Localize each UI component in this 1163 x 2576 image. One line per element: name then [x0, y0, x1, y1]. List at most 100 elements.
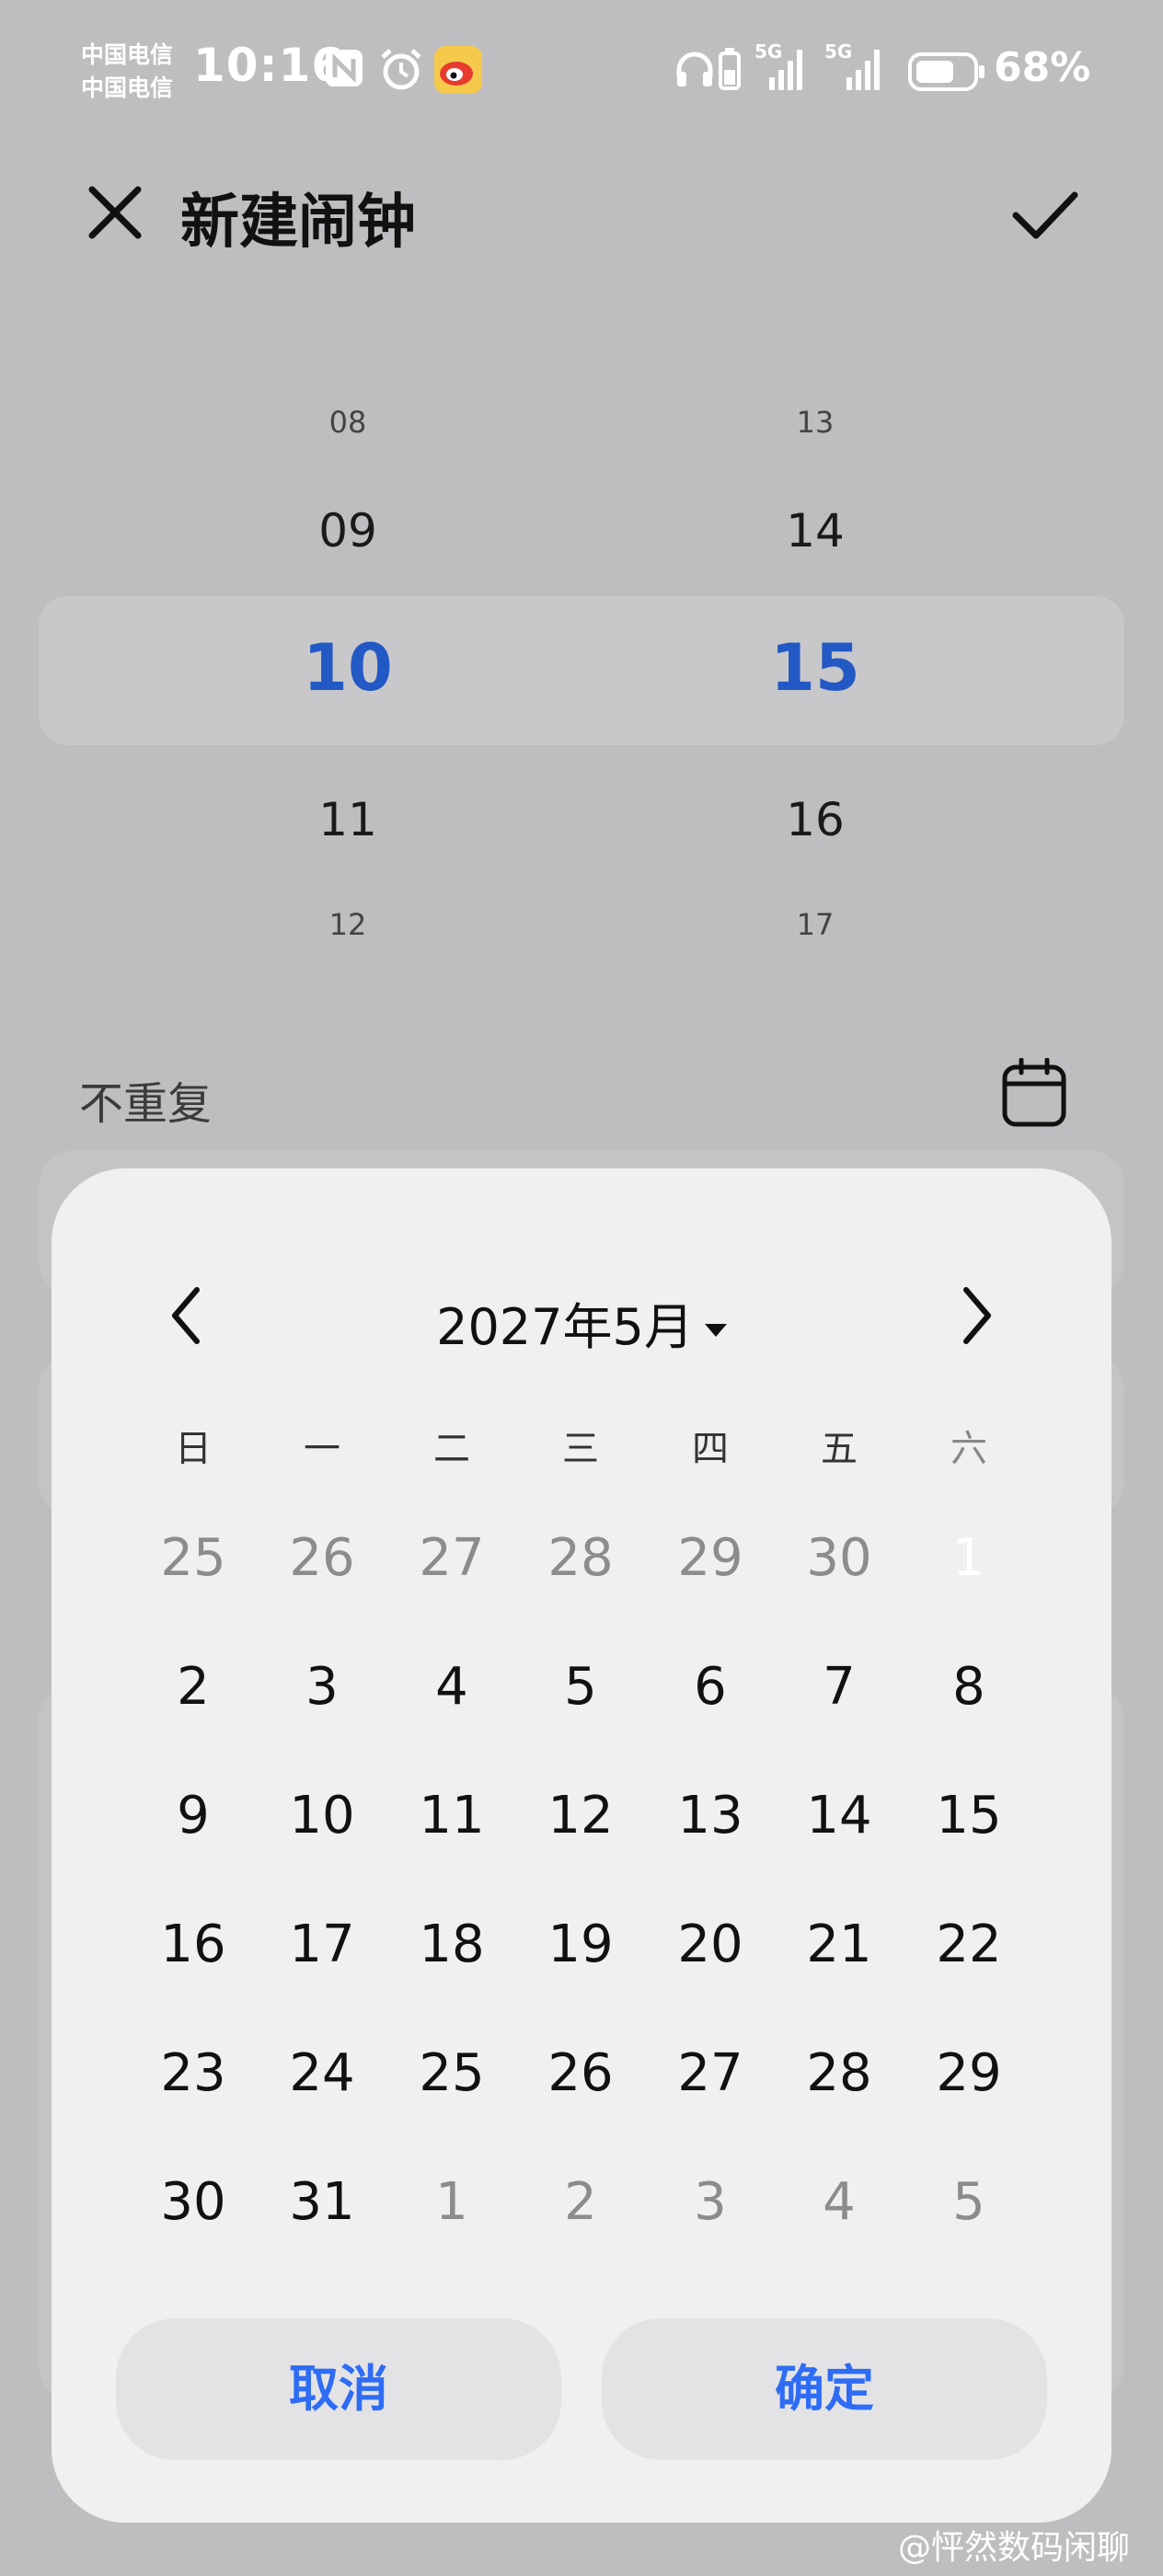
- page-title: 新建闹钟: [180, 189, 416, 257]
- day-number: 29: [936, 2043, 1002, 2103]
- calendar-day[interactable]: 16: [129, 1880, 258, 2009]
- day-number: 31: [289, 2172, 355, 2232]
- calendar-day[interactable]: 2: [516, 2138, 645, 2267]
- hour-option[interactable]: 12: [256, 907, 440, 942]
- calendar-day[interactable]: 30: [129, 2138, 258, 2267]
- calendar-icon[interactable]: [1001, 1058, 1067, 1128]
- day-number: 18: [419, 1915, 485, 1974]
- nfc-icon: [326, 50, 363, 86]
- calendar-day[interactable]: 4: [387, 1623, 516, 1752]
- cancel-button[interactable]: 取消: [116, 2318, 561, 2460]
- carrier-names: 中国电信 中国电信: [81, 39, 173, 105]
- repeat-label[interactable]: 不重复: [79, 1067, 212, 1132]
- signal-1-icon: 5G: [754, 40, 813, 96]
- time-picker-selection-band: [39, 596, 1124, 745]
- calendar-day[interactable]: 31: [258, 2138, 386, 2267]
- selected-minute[interactable]: 15: [723, 630, 907, 706]
- calendar-day[interactable]: 5: [516, 1623, 645, 1752]
- weekday-label: 二: [433, 1428, 470, 1470]
- network-type-1: 5G: [754, 40, 783, 63]
- selected-hour[interactable]: 10: [256, 630, 440, 706]
- day-number: 27: [677, 2043, 743, 2103]
- calendar-day[interactable]: 7: [775, 1623, 904, 1752]
- calendar-day[interactable]: 3: [646, 2138, 775, 2267]
- weekday-label: 五: [821, 1428, 858, 1470]
- calendar-day[interactable]: 4: [775, 2138, 904, 2267]
- day-number: 8: [952, 1657, 985, 1717]
- calendar-day[interactable]: 25: [129, 1494, 258, 1623]
- day-number: 24: [289, 2043, 355, 2103]
- day-number: 4: [823, 2172, 856, 2232]
- calendar-day[interactable]: 9: [129, 1752, 258, 1880]
- weekday-label: 六: [950, 1428, 987, 1470]
- headphones-icon: [676, 52, 713, 86]
- day-number: 3: [305, 1657, 339, 1717]
- calendar-day[interactable]: 27: [387, 1494, 516, 1623]
- minute-option[interactable]: 16: [723, 793, 907, 846]
- calendar-day[interactable]: 17: [258, 1880, 386, 2009]
- day-number: 26: [547, 2043, 614, 2103]
- calendar-day[interactable]: 28: [516, 1494, 645, 1623]
- calendar-day[interactable]: 20: [646, 1880, 775, 2009]
- headphone-battery-icon: [719, 48, 741, 90]
- calendar-day[interactable]: 14: [775, 1752, 904, 1880]
- day-number: 20: [677, 1915, 743, 1974]
- day-number: 3: [694, 2172, 727, 2232]
- calendar-day[interactable]: 21: [775, 1880, 904, 2009]
- weibo-app-icon: [434, 46, 482, 94]
- calendar-day[interactable]: 27: [646, 2009, 775, 2138]
- calendar-day[interactable]: 12: [516, 1752, 645, 1880]
- confirm-check-icon[interactable]: [1008, 184, 1082, 245]
- minute-option[interactable]: 13: [723, 405, 907, 440]
- day-number: 19: [547, 1915, 614, 1974]
- calendar-day[interactable]: 29: [646, 1494, 775, 1623]
- calendar-day[interactable]: 28: [775, 2009, 904, 2138]
- battery-percent: 68%: [994, 44, 1091, 91]
- day-number: 26: [289, 1528, 355, 1588]
- calendar-day[interactable]: 18: [387, 1880, 516, 2009]
- confirm-button[interactable]: 确定: [602, 2318, 1047, 2460]
- selected-day[interactable]: 1: [904, 1494, 1033, 1623]
- day-number: 2: [177, 1657, 210, 1717]
- calendar-day[interactable]: 23: [129, 2009, 258, 2138]
- minute-option[interactable]: 17: [723, 907, 907, 942]
- day-number: 30: [806, 1528, 872, 1588]
- day-number: 6: [694, 1657, 727, 1717]
- calendar-day[interactable]: 26: [516, 2009, 645, 2138]
- hour-option[interactable]: 11: [256, 793, 440, 846]
- day-number: 14: [806, 1786, 872, 1846]
- day-number: 13: [677, 1786, 743, 1846]
- day-number: 28: [806, 2043, 872, 2103]
- calendar-day[interactable]: 11: [387, 1752, 516, 1880]
- hour-option[interactable]: 08: [256, 405, 440, 440]
- day-number: 22: [936, 1915, 1002, 1974]
- battery-icon: [908, 52, 985, 91]
- calendar-day[interactable]: 24: [258, 2009, 386, 2138]
- calendar-day[interactable]: 22: [904, 1880, 1033, 2009]
- caret-down-icon: [704, 1324, 727, 1338]
- month-title: 2027年5月: [436, 1298, 694, 1356]
- day-number: 5: [952, 2172, 985, 2232]
- calendar-day[interactable]: 6: [646, 1623, 775, 1752]
- calendar-day[interactable]: 5: [904, 2138, 1033, 2267]
- calendar-day[interactable]: 26: [258, 1494, 386, 1623]
- day-number: 21: [806, 1915, 872, 1974]
- calendar-day[interactable]: 30: [775, 1494, 904, 1623]
- day-number: 4: [435, 1657, 468, 1717]
- day-number: 1: [435, 2172, 468, 2232]
- chevron-right-icon[interactable]: [950, 1279, 1005, 1352]
- calendar-day[interactable]: 3: [258, 1623, 386, 1752]
- calendar-day[interactable]: 25: [387, 2009, 516, 2138]
- calendar-day[interactable]: 13: [646, 1752, 775, 1880]
- calendar-day[interactable]: 29: [904, 2009, 1033, 2138]
- calendar-day[interactable]: 10: [258, 1752, 386, 1880]
- close-icon[interactable]: [85, 182, 145, 243]
- calendar-day[interactable]: 19: [516, 1880, 645, 2009]
- minute-option[interactable]: 14: [723, 504, 907, 558]
- calendar-day[interactable]: 8: [904, 1623, 1033, 1752]
- calendar-day[interactable]: 1: [387, 2138, 516, 2267]
- calendar-day[interactable]: 15: [904, 1752, 1033, 1880]
- calendar-day[interactable]: 2: [129, 1623, 258, 1752]
- hour-option[interactable]: 09: [256, 504, 440, 558]
- day-number: 28: [547, 1528, 614, 1588]
